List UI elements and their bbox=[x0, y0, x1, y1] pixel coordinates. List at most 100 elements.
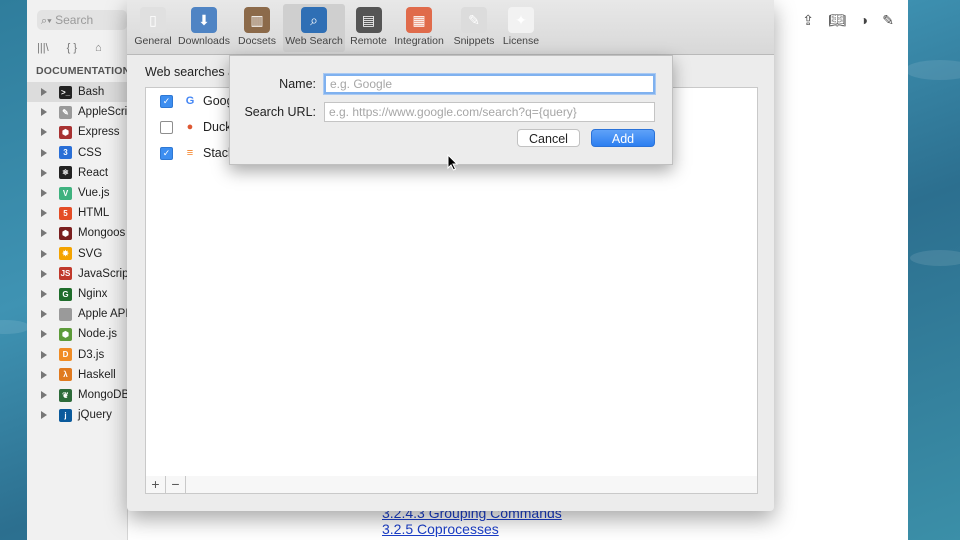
disclosure-triangle-icon[interactable] bbox=[41, 330, 47, 339]
disclosure-triangle-icon[interactable] bbox=[41, 108, 47, 117]
docset-item[interactable]: ✎ AppleScri bbox=[27, 102, 127, 122]
docset-item[interactable]: ⬢ Mongoos bbox=[27, 223, 127, 243]
stackoverflow-icon: ≡ bbox=[186, 147, 194, 159]
disclosure-triangle-icon[interactable] bbox=[41, 290, 47, 298]
jquery-icon: j bbox=[59, 408, 72, 422]
enable-checkbox[interactable]: ✓ bbox=[160, 146, 173, 160]
disclosure-triangle-icon[interactable] bbox=[41, 310, 47, 319]
tab-label: Integration bbox=[394, 35, 444, 47]
docset-item[interactable]: Apple API bbox=[27, 304, 127, 324]
tab-label: Snippets bbox=[453, 35, 495, 47]
doc-link-coprocesses[interactable]: 3.2.5 Coprocesses bbox=[382, 521, 499, 537]
library-icon[interactable]: |||\ bbox=[37, 42, 49, 58]
wallpaper-wave bbox=[910, 250, 960, 266]
docset-item[interactable]: j jQuery bbox=[27, 405, 127, 425]
svg-icon: ✸ bbox=[59, 247, 72, 261]
docset-label: jQuery bbox=[78, 409, 112, 422]
tab-label: Downloads bbox=[178, 35, 230, 47]
html-icon: 5 bbox=[59, 206, 72, 220]
docset-item[interactable]: >_ Bash bbox=[27, 82, 127, 102]
wallpaper-wave bbox=[0, 320, 30, 334]
terminal-icon: >_ bbox=[59, 85, 72, 99]
docset-label: Node.js bbox=[78, 328, 117, 341]
docset-item[interactable]: 3 CSS bbox=[27, 143, 127, 163]
cancel-button[interactable]: Cancel bbox=[517, 129, 580, 147]
tab-remote[interactable]: ▤ Remote bbox=[348, 4, 389, 52]
disclosure-triangle-icon[interactable] bbox=[41, 168, 47, 177]
tab-license[interactable]: ✦ License bbox=[500, 4, 542, 52]
docset-label: Bash bbox=[78, 86, 105, 98]
annotate-icon[interactable]: ✎ bbox=[882, 12, 894, 29]
nginx-icon: G bbox=[59, 287, 72, 301]
name-field[interactable] bbox=[324, 74, 655, 94]
search-input[interactable]: ⌕▾ Search bbox=[37, 10, 127, 30]
docset-label: Express bbox=[78, 126, 120, 139]
docset-label: AppleScri bbox=[78, 106, 127, 119]
snippets-icon: ✎ bbox=[461, 7, 487, 33]
docset-item[interactable]: λ Haskell bbox=[27, 365, 127, 385]
enable-checkbox[interactable]: ✓ bbox=[160, 94, 173, 108]
disclosure-triangle-icon[interactable] bbox=[41, 128, 47, 137]
add-button[interactable]: Add bbox=[591, 129, 655, 147]
css-icon: 3 bbox=[59, 146, 72, 160]
docset-item[interactable]: D D3.js bbox=[27, 345, 127, 365]
sidebar: ⌕▾ Search |||\ { } ⌂ DOCUMENTATION >_ Bas… bbox=[27, 0, 130, 540]
disclosure-triangle-icon[interactable] bbox=[41, 269, 47, 278]
docset-label: Vue.js bbox=[78, 187, 110, 199]
tab-label: Remote bbox=[350, 35, 387, 47]
disclosure-triangle-icon[interactable] bbox=[41, 350, 47, 359]
docset-item[interactable]: 5 HTML bbox=[27, 203, 127, 223]
search-url-field[interactable] bbox=[324, 102, 655, 122]
tab-label: License bbox=[502, 35, 540, 47]
disclosure-triangle-icon[interactable] bbox=[41, 189, 47, 197]
haskell-icon: λ bbox=[59, 368, 72, 382]
disclosure-triangle-icon[interactable] bbox=[41, 148, 47, 157]
docset-item[interactable]: JS JavaScrip bbox=[27, 264, 127, 284]
contrast-icon[interactable]: ◑ bbox=[860, 12, 868, 29]
wallpaper-wave bbox=[905, 60, 960, 80]
docset-item[interactable]: ⬢ Express bbox=[27, 122, 127, 142]
name-label: Name: bbox=[279, 77, 316, 91]
disclosure-triangle-icon[interactable] bbox=[41, 229, 47, 238]
enable-checkbox[interactable] bbox=[160, 120, 173, 134]
docset-item[interactable]: G Nginx bbox=[27, 284, 127, 304]
disclosure-triangle-icon[interactable] bbox=[41, 411, 47, 420]
share-icon[interactable]: ⇪ bbox=[802, 12, 814, 29]
mongoose-icon: ⬢ bbox=[59, 226, 72, 240]
disclosure-triangle-icon[interactable] bbox=[41, 391, 47, 399]
tab-label: Web Search bbox=[285, 35, 343, 47]
express-icon: ⬢ bbox=[59, 125, 72, 139]
tab-general[interactable]: ▯ General bbox=[131, 4, 175, 52]
disclosure-triangle-icon[interactable] bbox=[41, 370, 47, 379]
tab-downloads[interactable]: ⬇ Downloads bbox=[177, 4, 231, 52]
docset-item[interactable]: ✸ SVG bbox=[27, 244, 127, 264]
docset-label: Apple API bbox=[78, 308, 127, 321]
tab-snippets[interactable]: ✎ Snippets bbox=[451, 4, 497, 52]
tab-docsets[interactable]: ▥ Docsets bbox=[234, 4, 280, 52]
tab-integration[interactable]: ▦ Integration bbox=[391, 4, 447, 52]
disclosure-triangle-icon[interactable] bbox=[41, 88, 47, 96]
docset-item[interactable]: ⚛ React bbox=[27, 163, 127, 183]
disclosure-triangle-icon[interactable] bbox=[41, 249, 47, 258]
docset-item[interactable]: ❦ MongoDB bbox=[27, 385, 127, 405]
tab-web-search[interactable]: ⌕ Web Search bbox=[283, 4, 345, 52]
braces-icon[interactable]: { } bbox=[67, 42, 77, 58]
docset-item[interactable]: ⬢ Node.js bbox=[27, 324, 127, 344]
tag-icon[interactable]: ⌂ bbox=[95, 42, 102, 58]
google-icon: G bbox=[185, 95, 195, 107]
react-icon: ⚛ bbox=[59, 166, 72, 180]
add-search-sheet: Name: Search URL: Cancel Add bbox=[229, 55, 673, 165]
tab-label: Docsets bbox=[238, 35, 276, 47]
add-search-button[interactable]: + bbox=[146, 476, 166, 493]
magnifier-icon: ⌕ bbox=[301, 7, 327, 33]
mouse-cursor-icon bbox=[447, 154, 459, 171]
disclosure-triangle-icon[interactable] bbox=[41, 209, 47, 218]
web-search-title: Web searches a bbox=[145, 65, 236, 79]
docset-item[interactable]: V Vue.js bbox=[27, 183, 127, 203]
lego-icon: ▦ bbox=[406, 7, 432, 33]
duckduckgo-icon: ● bbox=[186, 121, 194, 133]
remove-search-button[interactable]: − bbox=[166, 476, 186, 493]
sidebar-toolbar: |||\ { } ⌂ bbox=[37, 42, 102, 58]
docset-label: Mongoos bbox=[78, 227, 126, 240]
book-icon[interactable]: 📖︎ bbox=[828, 12, 846, 29]
